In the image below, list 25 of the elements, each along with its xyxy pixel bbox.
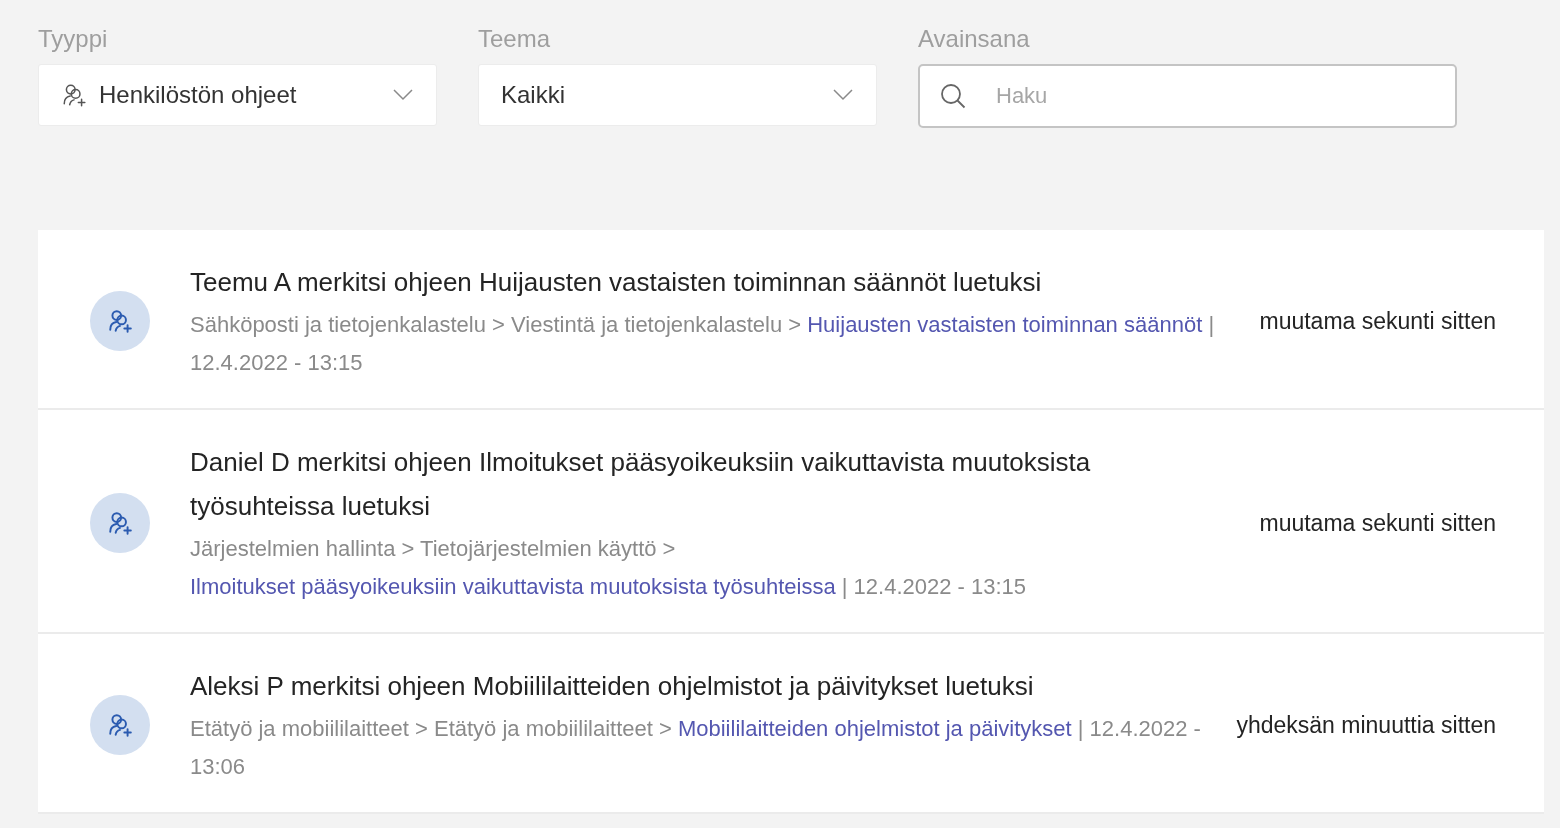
avatar-icon (90, 291, 150, 351)
breadcrumb-line: Järjestelmien hallinta > Tietojärjestelmien käyttö > Ilmoitukset pääsyoikeuksiin vaikuttavista muutoksista työsuhteissa | 12.4.2022 - 13:15 (190, 535, 1028, 601)
activity-title: Aleksi P merkitsi ohjeen Mobiililaitteiden ohjelmistot ja päivitykset luetuksi (190, 670, 1035, 703)
chevron-down-icon (832, 88, 854, 102)
filter-label: Teema (478, 24, 552, 54)
breadcrumb-line: Etätyö ja mobiililaitteet > Etätyö ja mobiililaitteet > Mobiililaitteiden ohjelmistot ja päivitykset | 12.4.2022 - 13:06 (190, 715, 1202, 781)
dropdown[interactable]: Kaikki (478, 64, 877, 126)
activity-title: Teemu A merkitsi ohjeen Huijausten vastaisten toiminnan säännöt luetuksi (190, 266, 1043, 299)
avatar-icon (90, 695, 150, 755)
dropdown[interactable]: Henkilöstön ohjeet (38, 64, 437, 126)
guide-link[interactable]: Huijausten vastaisten toiminnan säännöt (807, 312, 1203, 337)
breadcrumb-line: Sähköposti ja tietojenkalastelu > Viestintä ja tietojenkalastelu > Huijausten vastaisten toiminnan säännöt | 12.4.2022 - 13:15 (190, 311, 1216, 377)
avatar-icon (90, 493, 150, 553)
search-icon (940, 83, 966, 109)
timestamp: yhdeksän minuuttia sitten (1236, 710, 1496, 740)
guide-link[interactable]: Ilmoitukset pääsyoikeuksiin vaikuttavista muutoksista työsuhteissa (190, 574, 836, 599)
timestamp: muutama sekunti sitten (1259, 306, 1496, 336)
timestamp: muutama sekunti sitten (1259, 508, 1496, 538)
guide-link[interactable]: Mobiililaitteiden ohjelmistot ja päivitykset (677, 716, 1072, 741)
chevron-down-icon (392, 88, 414, 102)
filter-label: Avainsana (918, 24, 1031, 54)
people-icon (61, 82, 87, 108)
search-field[interactable]: Haku (918, 64, 1457, 128)
filter-label: Tyyppi (38, 24, 109, 54)
activity-title: Daniel D merkitsi ohjeen Ilmoitukset pääsyoikeuksiin vaikuttavista muutoksista työsuhteissa luetuksi (190, 446, 1092, 523)
